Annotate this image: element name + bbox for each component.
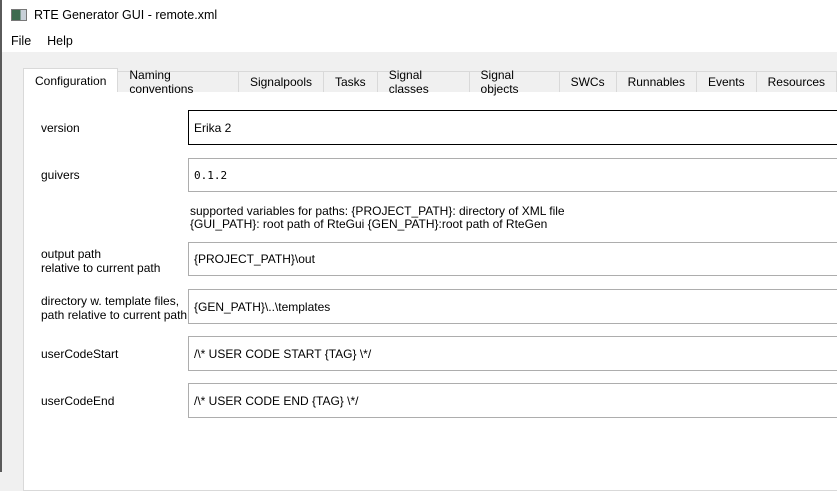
- window: RTE Generator GUI - remote.xml File Help…: [0, 0, 837, 491]
- version-label: version: [41, 121, 80, 135]
- path-variables-note: supported variables for paths: {PROJECT_…: [190, 205, 565, 231]
- output-path-input[interactable]: {PROJECT_PATH}\out: [188, 242, 837, 276]
- guivers-input[interactable]: 0.1.2: [188, 158, 837, 192]
- label-line: directory w. template files,: [41, 294, 180, 308]
- tab-bar: Configuration Naming conventions Signalp…: [23, 68, 837, 96]
- tab-tasks[interactable]: Tasks: [323, 71, 378, 92]
- label-line: output path: [41, 247, 102, 261]
- window-title: RTE Generator GUI - remote.xml: [34, 8, 218, 22]
- output-path-label: output path relative to current path: [41, 247, 160, 275]
- label-line: relative to current path: [41, 261, 161, 275]
- tab-swcs[interactable]: SWCs: [558, 71, 617, 92]
- template-dir-input[interactable]: {GEN_PATH}\..\templates: [188, 289, 837, 324]
- menu-bar: File Help: [2, 30, 837, 52]
- tab-configuration[interactable]: Configuration: [23, 68, 119, 92]
- tab-signal-objects[interactable]: Signal objects: [468, 68, 560, 96]
- app-icon: [11, 9, 27, 21]
- guivers-label: guivers: [41, 168, 80, 182]
- user-code-end-input[interactable]: /\* USER CODE END {TAG} \*/: [188, 383, 837, 418]
- title-bar: RTE Generator GUI - remote.xml: [2, 0, 837, 30]
- tab-signalpools[interactable]: Signalpools: [237, 71, 324, 92]
- user-code-start-label: userCodeStart: [41, 347, 119, 361]
- menu-file[interactable]: File: [2, 34, 39, 48]
- user-code-start-input[interactable]: /\* USER CODE START {TAG} \*/: [188, 336, 837, 371]
- menu-help[interactable]: Help: [39, 34, 81, 48]
- template-dir-label: directory w. template files, path relati…: [41, 294, 187, 322]
- user-code-end-label: userCodeEnd: [41, 394, 115, 408]
- note-line: {GUI_PATH}: root path of RteGui {GEN_PAT…: [190, 217, 548, 231]
- tab-events[interactable]: Events: [695, 71, 757, 92]
- tab-naming-conventions[interactable]: Naming conventions: [117, 68, 239, 96]
- tab-resources[interactable]: Resources: [755, 71, 837, 92]
- label-line: path relative to current path: [41, 308, 188, 322]
- tab-runnables[interactable]: Runnables: [615, 71, 697, 92]
- version-input[interactable]: Erika 2: [188, 110, 837, 145]
- tab-signal-classes[interactable]: Signal classes: [376, 68, 470, 96]
